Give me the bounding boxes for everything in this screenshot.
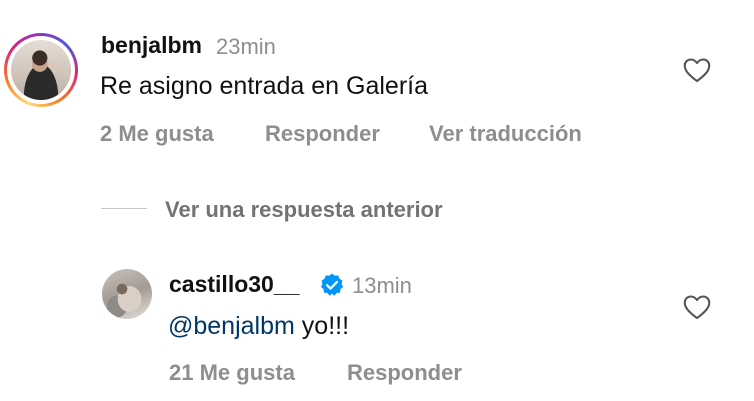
comment-text-body: yo!!! (294, 312, 350, 340)
comment-time: 13min (352, 273, 412, 298)
comment-castillo30: castillo30__ 13min @benjalbm yo!!! 21 Me… (0, 0, 754, 401)
mention-link[interactable]: @benjalbm (168, 312, 295, 340)
heart-outline-icon[interactable] (683, 294, 711, 320)
avatar[interactable] (11, 40, 71, 100)
verified-badge-icon (320, 273, 344, 296)
like-count[interactable]: 21 Me gusta (169, 360, 295, 386)
avatar[interactable] (102, 269, 152, 319)
reply-button[interactable]: Responder (347, 360, 462, 386)
comment-username[interactable]: castillo30__ (169, 271, 299, 298)
comment-text: @benjalbm yo!!! (168, 312, 349, 341)
